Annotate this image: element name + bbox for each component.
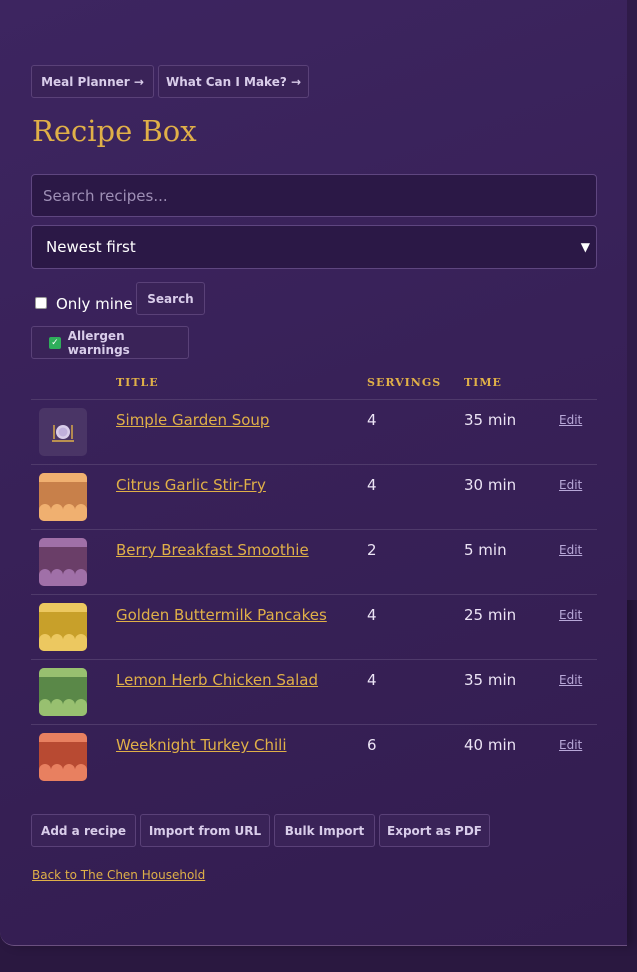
header-title: TITLE xyxy=(116,376,159,389)
edit-recipe-link[interactable]: Edit xyxy=(559,738,582,752)
edit-recipe-link[interactable]: Edit xyxy=(559,543,582,557)
plate-icon xyxy=(52,425,74,442)
search-input[interactable] xyxy=(31,174,597,217)
edit-recipe-link[interactable]: Edit xyxy=(559,673,582,687)
recipe-time: 35 min xyxy=(464,671,517,689)
recipe-servings: 4 xyxy=(367,606,377,624)
recipe-title-link[interactable]: Simple Garden Soup xyxy=(116,411,269,429)
header-divider xyxy=(31,399,597,400)
recipe-servings: 4 xyxy=(367,476,377,494)
recipe-thumbnail xyxy=(39,473,87,521)
header-time: TIME xyxy=(464,376,502,389)
sort-selected-value: Newest first xyxy=(46,238,136,256)
recipe-title-link[interactable]: Citrus Garlic Stir-Fry xyxy=(116,476,266,494)
chevron-down-icon: ▼ xyxy=(580,240,590,254)
check-icon: ✓ xyxy=(49,336,61,349)
back-link[interactable]: Back to The Chen Household xyxy=(32,868,205,882)
edit-recipe-link[interactable]: Edit xyxy=(559,608,582,622)
recipe-thumbnail xyxy=(39,603,87,651)
recipe-thumbnail xyxy=(39,668,87,716)
only-mine-checkbox[interactable] xyxy=(35,297,47,309)
edit-recipe-link[interactable]: Edit xyxy=(559,478,582,492)
search-button[interactable]: Search xyxy=(136,282,205,315)
scroll-edge xyxy=(627,0,637,600)
row-divider xyxy=(31,464,597,465)
bulk-import-button[interactable]: Bulk Import xyxy=(274,814,375,847)
header-servings: SERVINGS xyxy=(367,376,442,389)
row-divider xyxy=(31,529,597,530)
what-can-i-make-button[interactable]: What Can I Make? → xyxy=(158,65,309,98)
recipe-servings: 4 xyxy=(367,411,377,429)
meal-planner-button[interactable]: Meal Planner → xyxy=(31,65,154,98)
recipe-servings: 6 xyxy=(367,736,377,754)
recipe-title-link[interactable]: Golden Buttermilk Pancakes xyxy=(116,606,327,624)
allergen-warnings-toggle[interactable]: ✓ Allergen warnings xyxy=(31,326,189,359)
recipe-thumbnail xyxy=(39,408,87,456)
only-mine-label: Only mine xyxy=(56,295,133,313)
recipe-title-link[interactable]: Berry Breakfast Smoothie xyxy=(116,541,309,559)
add-recipe-button[interactable]: Add a recipe xyxy=(31,814,136,847)
row-divider xyxy=(31,594,597,595)
sort-select[interactable]: Newest first ▼ xyxy=(31,225,597,269)
page-title: Recipe Box xyxy=(32,114,197,148)
import-url-button[interactable]: Import from URL xyxy=(140,814,270,847)
allergen-label: Allergen warnings xyxy=(67,328,130,357)
recipe-servings: 4 xyxy=(367,671,377,689)
recipe-time: 40 min xyxy=(464,736,517,754)
recipe-time: 25 min xyxy=(464,606,517,624)
recipe-title-link[interactable]: Weeknight Turkey Chili xyxy=(116,736,287,754)
edit-recipe-link[interactable]: Edit xyxy=(559,413,582,427)
recipe-time: 5 min xyxy=(464,541,507,559)
recipe-thumbnail xyxy=(39,733,87,781)
recipe-thumbnail xyxy=(39,538,87,586)
recipe-servings: 2 xyxy=(367,541,377,559)
recipe-time: 30 min xyxy=(464,476,517,494)
row-divider xyxy=(31,724,597,725)
recipe-time: 35 min xyxy=(464,411,517,429)
row-divider xyxy=(31,659,597,660)
recipe-title-link[interactable]: Lemon Herb Chicken Salad xyxy=(116,671,318,689)
export-pdf-button[interactable]: Export as PDF xyxy=(379,814,490,847)
